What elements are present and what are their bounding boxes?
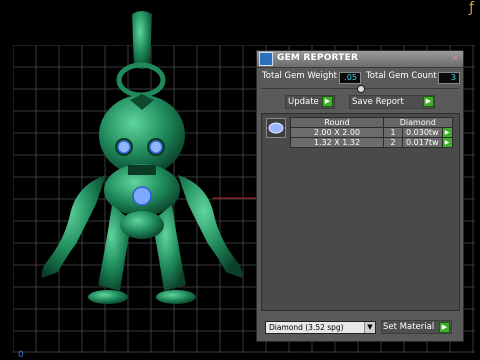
shape-header: Round: [290, 117, 384, 128]
material-select-value: Diamond (3.52 spg): [269, 323, 344, 332]
origin-label: 0: [18, 350, 24, 360]
panel-title: GEM REPORTER: [277, 53, 359, 63]
chevron-down-icon[interactable]: ▼: [364, 322, 375, 333]
gem-size: 1.32 X 1.32: [290, 137, 384, 148]
table-row[interactable]: 1.32 X 1.32 2 0.017tw ▶: [290, 137, 453, 148]
panel-titlebar[interactable]: GEM REPORTER ×: [257, 51, 463, 68]
material-header: Diamond: [383, 117, 453, 128]
row-go-icon[interactable]: ▶: [441, 127, 453, 138]
total-count-label: Total Gem Count: [366, 71, 437, 81]
set-material-go-icon[interactable]: ▶: [439, 322, 450, 333]
gem-report-list: Round Diamond 2.00 X 2.00 1 0.030tw ▶ 1.…: [261, 113, 460, 311]
material-select[interactable]: Diamond (3.52 spg) ▼: [265, 321, 376, 334]
update-go-icon[interactable]: ▶: [322, 96, 333, 107]
total-count-value: 3: [438, 72, 460, 84]
total-weight-label: Total Gem Weight: [262, 71, 337, 81]
panel-splitter-handle[interactable]: [357, 85, 365, 93]
gem-table: Round Diamond 2.00 X 2.00 1 0.030tw ▶ 1.…: [290, 117, 453, 148]
total-weight-value: .05: [339, 72, 361, 84]
table-row[interactable]: 2.00 X 2.00 1 0.030tw ▶: [290, 127, 453, 138]
gem-count: 1: [383, 127, 403, 138]
gem-reporter-icon: [259, 52, 273, 66]
save-report-label: Save Report: [352, 97, 404, 107]
gem-count: 2: [383, 137, 403, 148]
gem-size: 2.00 X 2.00: [290, 127, 384, 138]
close-icon[interactable]: ×: [449, 53, 461, 65]
row-go-icon[interactable]: ▶: [441, 137, 453, 148]
gem-weight: 0.017tw: [402, 137, 443, 148]
round-gem-icon[interactable]: [266, 118, 286, 138]
corner-icon: ƒ: [469, 0, 474, 16]
save-report-go-icon[interactable]: ▶: [423, 96, 434, 107]
update-label: Update: [288, 97, 319, 107]
gem-weight: 0.030tw: [402, 127, 443, 138]
gem-reporter-panel: GEM REPORTER × Total Gem Weight .05 Tota…: [256, 50, 464, 342]
set-material-label: Set Material: [383, 322, 435, 332]
